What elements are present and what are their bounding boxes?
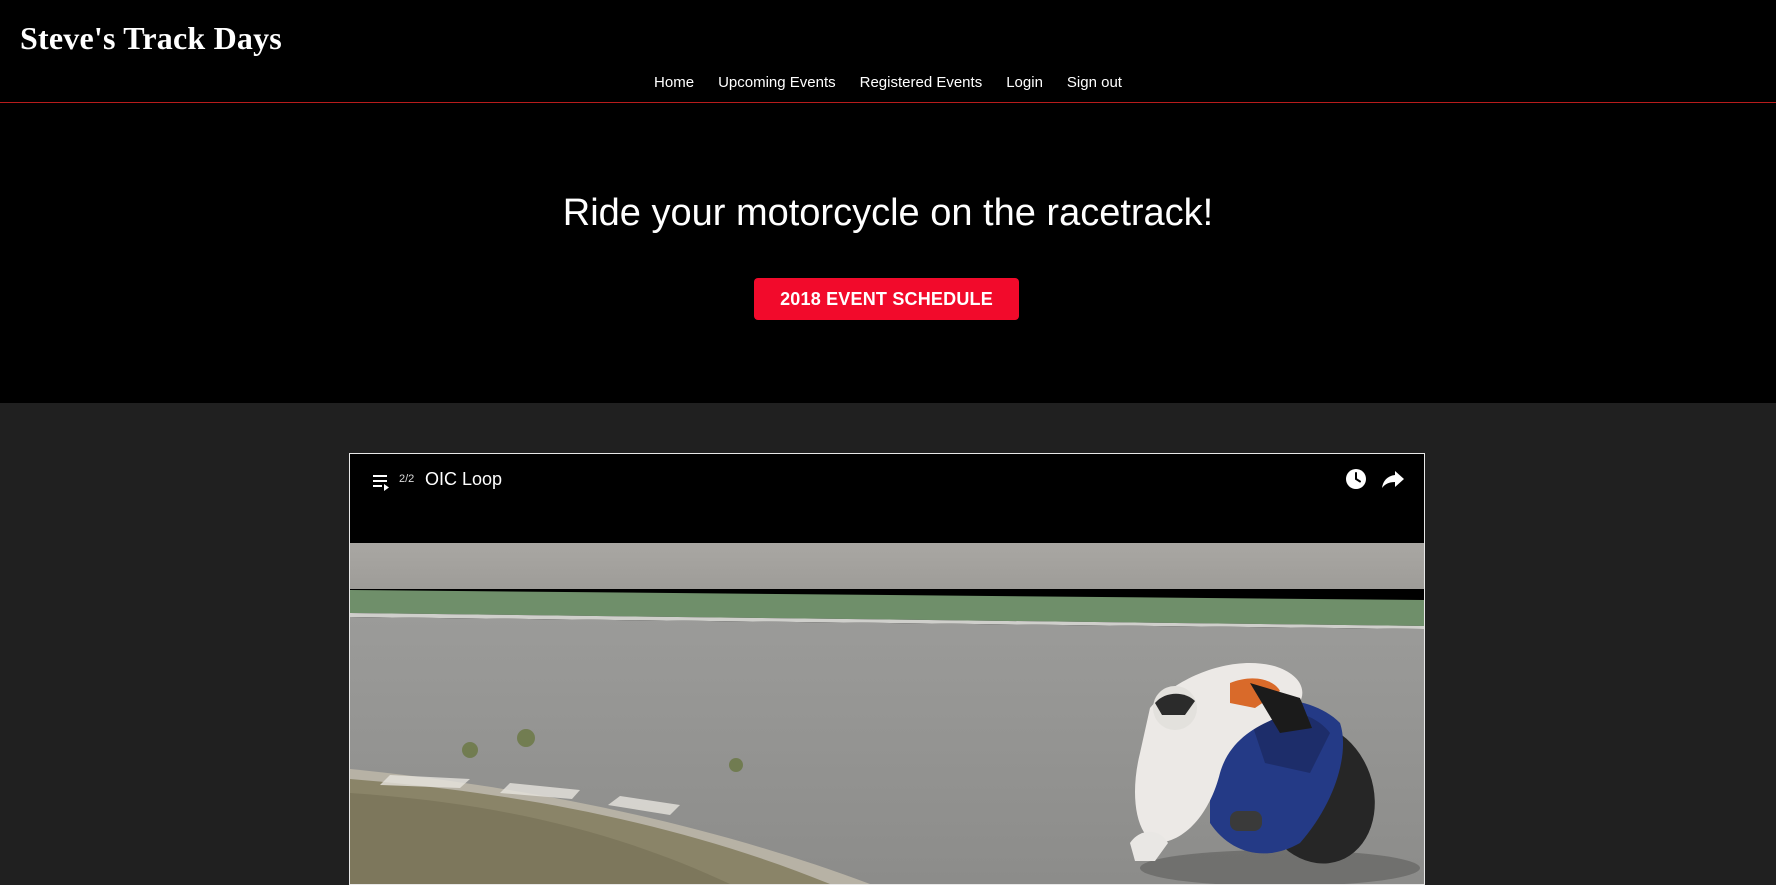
- site-title[interactable]: Steve's Track Days: [20, 20, 282, 57]
- playlist-position: 2/2: [399, 473, 415, 485]
- video-player[interactable]: 2/2 OIC Loop: [349, 453, 1425, 885]
- main-nav: Home Upcoming Events Registered Events L…: [0, 73, 1776, 93]
- playlist-icon[interactable]: [372, 471, 394, 493]
- video-frame: [350, 543, 1424, 884]
- nav-upcoming-events[interactable]: Upcoming Events: [706, 73, 848, 93]
- site-header: Steve's Track Days Home Upcoming Events …: [0, 0, 1776, 103]
- hero-section: Ride your motorcycle on the racetrack! 2…: [0, 103, 1776, 403]
- hero-title: Ride your motorcycle on the racetrack!: [562, 192, 1214, 234]
- nav-sign-out[interactable]: Sign out: [1055, 73, 1134, 93]
- nav-registered-events[interactable]: Registered Events: [848, 73, 995, 93]
- share-icon[interactable]: [1380, 467, 1406, 491]
- nav-login[interactable]: Login: [994, 73, 1055, 93]
- video-header: 2/2 OIC Loop: [350, 454, 1424, 544]
- event-schedule-button[interactable]: 2018 EVENT SCHEDULE: [754, 278, 1019, 320]
- nav-home[interactable]: Home: [642, 73, 706, 93]
- video-title[interactable]: OIC Loop: [425, 469, 502, 490]
- watch-later-icon[interactable]: [1344, 467, 1368, 491]
